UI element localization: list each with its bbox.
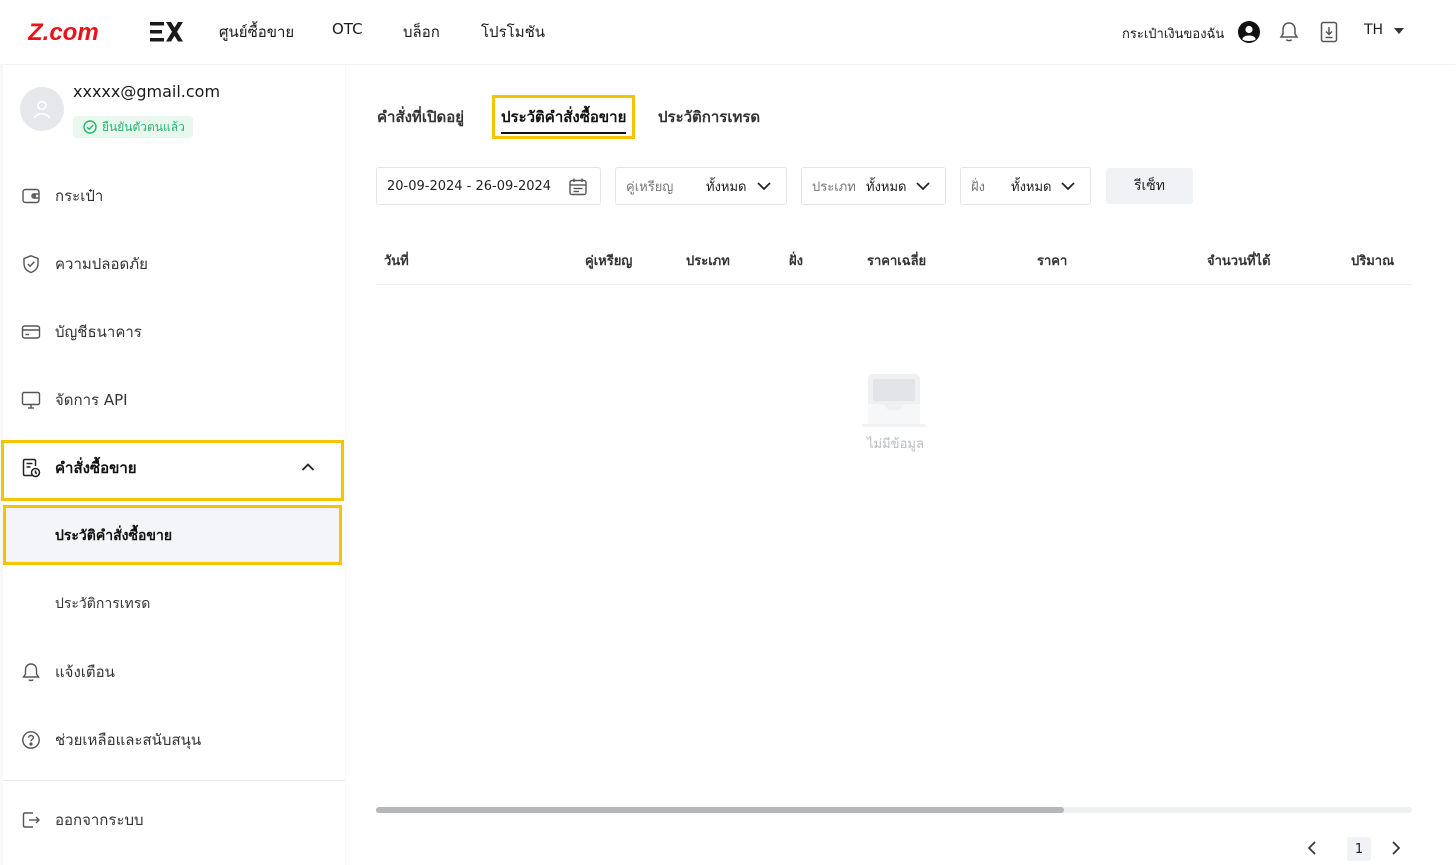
sidebar-label-notifications: แจ้งเตือน (55, 663, 115, 681)
reset-button[interactable]: รีเซ็ท (1106, 168, 1193, 204)
type-filter-value: ทั้งหมด (866, 179, 907, 195)
sidebar: xxxxx@gmail.com ยืนยันตัวตนแล้ว กระเป๋า … (1, 65, 345, 865)
column-header-avg-price: ราคาเฉลี่ย (867, 254, 927, 269)
sidebar-subitem-trade-history[interactable]: ประวัติการเทรด (6, 576, 342, 632)
side-filter-value: ทั้งหมด (1011, 179, 1052, 195)
logout-icon (22, 812, 40, 828)
pair-filter-value: ทั้งหมด (706, 179, 747, 195)
bell-icon (22, 663, 40, 682)
type-filter-select[interactable]: ประเภท ทั้งหมด (801, 167, 946, 205)
nav-promotion[interactable]: โปรโมชัน (481, 20, 545, 44)
chevron-down-icon[interactable] (1394, 28, 1404, 34)
empty-box-icon (862, 374, 926, 427)
my-wallet-link[interactable]: กระเป๋าเงินของฉัน (1122, 23, 1224, 44)
highlight-tab-order-history (492, 95, 635, 139)
download-icon[interactable] (1318, 20, 1340, 44)
user-account-icon[interactable] (1238, 21, 1260, 43)
side-filter-select[interactable]: ฝั่ง ทั้งหมด (960, 167, 1091, 205)
help-icon (22, 731, 40, 749)
sidebar-label-bank-account: บัญชีธนาคาร (55, 323, 142, 341)
sidebar-item-help[interactable]: ช่วยเหลือและสนับสนุน (3, 712, 345, 768)
sidebar-label-api: จัดการ API (55, 391, 128, 409)
column-header-type: ประเภท (686, 254, 730, 269)
language-selector[interactable]: TH (1364, 22, 1383, 38)
sidebar-item-bank-account[interactable]: บัญชีธนาคาร (3, 304, 345, 360)
pair-filter-label: คู่เหรียญ (626, 179, 674, 195)
zcomex-logo-icon: Z.com (28, 19, 183, 46)
date-range-value: 20-09-2024 - 26-09-2024 (387, 178, 552, 194)
highlight-order-history (3, 505, 342, 565)
verified-badge: ยืนยันตัวตนแล้ว (73, 116, 193, 138)
empty-state-text: ไม่มีข้อมูล (867, 437, 924, 452)
column-header-price: ราคา (1037, 254, 1068, 269)
logout-label: ออกจากระบบ (55, 811, 144, 829)
sidebar-item-api[interactable]: จัดการ API (3, 372, 345, 428)
nav-trading-center[interactable]: ศูนย์ซื้อขาย (219, 20, 294, 44)
column-header-amount: ปริมาณ (1351, 254, 1395, 269)
main-content: คำสั่งที่เปิดอยู่ ประวัติคำสั่งซื้อขาย ป… (346, 65, 1456, 865)
side-filter-label: ฝั่ง (971, 179, 985, 195)
nav-blog[interactable]: บล็อก (403, 20, 440, 44)
sidebar-item-notifications[interactable]: แจ้งเตือน (3, 644, 345, 700)
column-header-filled: จำนวนที่ได้ (1207, 254, 1271, 269)
pair-filter-select[interactable]: คู่เหรียญ ทั้งหมด (615, 167, 787, 205)
horizontal-scrollbar-thumb[interactable] (376, 807, 1064, 813)
card-icon (21, 325, 41, 339)
user-icon (33, 100, 51, 119)
tab-trade-history[interactable]: ประวัติการเทรด (658, 105, 760, 129)
tab-open-orders[interactable]: คำสั่งที่เปิดอยู่ (377, 105, 464, 129)
monitor-icon (21, 391, 41, 409)
sidebar-label-help: ช่วยเหลือและสนับสนุน (55, 731, 202, 749)
column-header-side: ฝั่ง (789, 254, 803, 269)
page-number-current[interactable]: 1 (1347, 837, 1371, 861)
type-filter-label: ประเภท (812, 179, 856, 195)
svg-text:Z.com: Z.com (28, 19, 99, 46)
shield-icon (23, 255, 39, 274)
chevron-left-icon[interactable] (1304, 839, 1320, 857)
sidebar-divider (3, 780, 345, 781)
sidebar-item-wallet[interactable]: กระเป๋า (3, 168, 345, 224)
verified-label: ยืนยันตัวตนแล้ว (102, 119, 185, 134)
logo[interactable]: Z.com (28, 18, 184, 46)
top-bar: Z.com ศูนย์ซื้อขาย OTC บล็อก โปรโมชัน กร… (0, 0, 1456, 64)
check-circle-icon (83, 120, 97, 134)
sidebar-sublabel-trade-history: ประวัติการเทรด (55, 596, 151, 612)
column-header-date: วันที่ (384, 254, 409, 269)
chevron-down-icon (916, 182, 930, 191)
user-email: xxxxx@gmail.com (73, 82, 221, 101)
chevron-down-icon (757, 182, 771, 191)
table-header-divider (376, 284, 1412, 285)
sidebar-label-wallet: กระเป๋า (55, 187, 104, 205)
avatar (20, 87, 64, 131)
sidebar-label-security: ความปลอดภัย (55, 255, 148, 273)
nav-otc[interactable]: OTC (332, 20, 363, 38)
chevron-right-icon[interactable] (1388, 839, 1404, 857)
chevron-down-icon (1061, 182, 1075, 191)
date-range-picker[interactable]: 20-09-2024 - 26-09-2024 (376, 167, 601, 205)
wallet-icon (22, 188, 40, 204)
calendar-icon (569, 178, 587, 196)
sidebar-item-security[interactable]: ความปลอดภัย (3, 236, 345, 292)
logout-button[interactable]: ออกจากระบบ (3, 792, 345, 848)
highlight-orders (1, 440, 344, 501)
bell-icon[interactable] (1278, 21, 1300, 43)
column-header-pair: คู่เหรียญ (585, 254, 633, 269)
